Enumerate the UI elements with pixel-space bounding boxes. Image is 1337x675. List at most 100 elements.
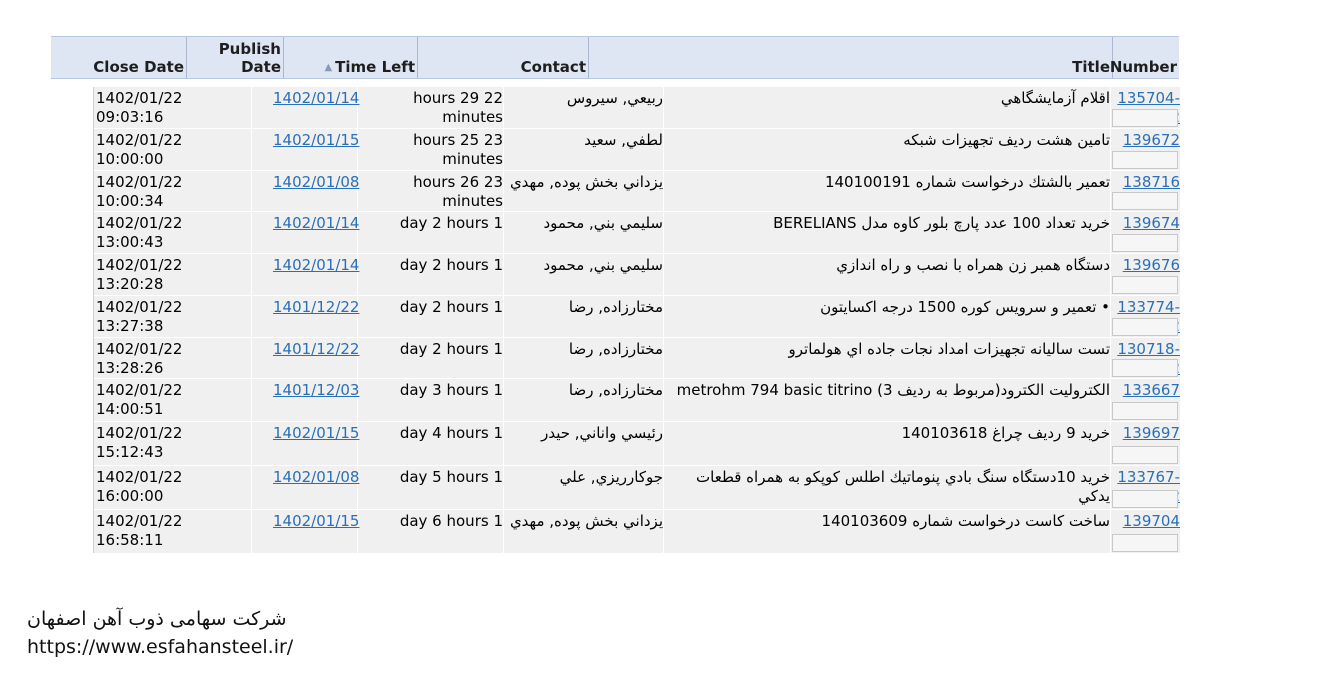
table-row: 1402/01/22 13:00:43 1402/01/14 1 day 2 hou… [94, 212, 1180, 254]
publish-date-link[interactable]: 1402/01/14 [273, 87, 359, 129]
table-row: 1402/01/22 10:00:00 1402/01/15 23 hours 25… [94, 129, 1180, 171]
publish-date-link[interactable]: 1402/01/15 [273, 510, 359, 554]
column-header-publish-date[interactable]: Publish Date [187, 37, 284, 78]
publish-date[interactable]: 1402/01/15 [273, 131, 359, 149]
tender-number-link[interactable]: 135704-2 [1112, 87, 1180, 129]
contact-cell: سليمي بني, محمود [543, 214, 663, 232]
tender-number-link[interactable]: 133667 [1112, 379, 1180, 422]
publish-date[interactable]: 1401/12/22 [273, 340, 359, 358]
row-checkbox[interactable] [1112, 151, 1178, 169]
table-row: 1402/01/22 14:00:51 1401/12/03 1 day 3 hou… [94, 379, 1180, 422]
time-left-cell: 1 day 2 hours [399, 340, 503, 358]
tender-number-link[interactable]: 139674 [1112, 212, 1180, 254]
contact-cell: ربيعي, سيروس [566, 89, 663, 107]
table-row: 1402/01/22 16:00:00 1402/01/08 1 day 5 hou… [94, 466, 1180, 510]
publish-date-link[interactable]: 1401/12/22 [273, 296, 359, 338]
table-row: 1402/01/22 10:00:34 1402/01/08 23 hours 26… [94, 171, 1180, 212]
tender-number-link[interactable]: 139676 [1112, 254, 1180, 296]
tender-number[interactable]: 139704 [1123, 512, 1180, 530]
tender-number-link[interactable]: 139704 [1112, 510, 1180, 554]
time-left-cell: 1 day 5 hours [399, 468, 503, 486]
tender-number[interactable]: 133667 [1123, 381, 1180, 399]
tender-number-link[interactable]: 133767-2 [1112, 466, 1180, 510]
publish-date-link[interactable]: 1402/01/08 [273, 466, 359, 510]
time-left-cell: 1 day 4 hours [399, 424, 503, 442]
table-row: 1402/01/22 13:27:38 1401/12/22 1 day 2 hou… [94, 296, 1180, 338]
tender-number[interactable]: 138716 [1123, 173, 1180, 191]
publish-date[interactable]: 1402/01/14 [273, 214, 359, 232]
title-cell: خريد 10دستگاه سنگ بادي پنوماتيك اطلس كوپ… [696, 468, 1110, 505]
title-cell: تامين هشت رديف تجهيزات شبكه [903, 131, 1110, 149]
contact-cell: سليمي بني, محمود [543, 256, 663, 274]
tender-number-link[interactable]: 138716 [1112, 171, 1180, 212]
publish-date[interactable]: 1402/01/15 [273, 424, 359, 442]
close-date-cell: 1402/01/22 13:20:28 [96, 256, 183, 293]
close-date-cell: 1402/01/22 16:00:00 [96, 468, 183, 505]
title-cell: ساخت كاست درخواست شماره 140103609 [821, 512, 1110, 530]
title-cell: اقلام آزمايشگاهي [1000, 89, 1110, 107]
publish-date-link[interactable]: 1402/01/14 [273, 212, 359, 254]
title-cell: تست ساليانه تجهيزات امداد نجات جاده اي ه… [788, 340, 1110, 358]
company-url[interactable]: https://www.esfahansteel.ir/ [27, 636, 293, 658]
publish-date[interactable]: 1402/01/08 [273, 468, 359, 486]
tender-number[interactable]: 139672 [1123, 131, 1180, 149]
tenders-table: 1402/01/22 09:03:16 1402/01/14 22 hours 29… [93, 87, 1180, 554]
publish-date[interactable]: 1402/01/15 [273, 512, 359, 530]
publish-date[interactable]: 1402/01/14 [273, 89, 359, 107]
close-date-cell: 1402/01/22 10:00:00 [96, 131, 183, 168]
row-checkbox[interactable] [1112, 490, 1178, 508]
contact-cell: مختارزاده, رضا [568, 381, 663, 399]
publish-date[interactable]: 1401/12/22 [273, 298, 359, 316]
close-date-cell: 1402/01/22 09:03:16 [96, 89, 183, 126]
tender-number-link[interactable]: 130718-2 [1112, 338, 1180, 379]
close-date-cell: 1402/01/22 14:00:51 [96, 381, 183, 418]
row-checkbox[interactable] [1112, 192, 1178, 210]
row-checkbox[interactable] [1112, 402, 1178, 420]
publish-date[interactable]: 1402/01/08 [273, 173, 359, 191]
company-name: شركت سهامی ذوب آهن اصفهان [27, 608, 287, 630]
title-cell: • تعمير و سرويس كوره 1500 درجه اكسايتون [820, 298, 1110, 316]
publish-date-link[interactable]: 1402/01/08 [273, 171, 359, 212]
column-header-close-date[interactable]: Close Date [51, 37, 187, 78]
publish-date-link[interactable]: 1402/01/14 [273, 254, 359, 296]
title-cell: دستگاه همبر زن همراه با نصب و راه اندازي [836, 256, 1110, 274]
time-left-cell: 23 hours 25 minutes [413, 131, 503, 168]
close-date-cell: 1402/01/22 10:00:34 [96, 173, 183, 210]
column-header-contact[interactable]: Contact [418, 37, 589, 78]
row-checkbox[interactable] [1112, 276, 1178, 294]
title-cell: الكتروليت الكترود(مربوط به رديف 3) metro… [676, 381, 1110, 399]
row-checkbox[interactable] [1112, 534, 1178, 552]
time-left-cell: 1 day 2 hours [399, 256, 503, 274]
contact-cell: يزداني بخش پوده, مهدي [509, 173, 663, 191]
column-header-number[interactable]: Number [1110, 37, 1179, 78]
tender-number-link[interactable]: 139697 [1112, 422, 1180, 466]
publish-date-link[interactable]: 1402/01/15 [273, 129, 359, 171]
row-checkbox[interactable] [1112, 446, 1178, 464]
publish-date-link[interactable]: 1401/12/22 [273, 338, 359, 379]
tender-number[interactable]: 139674 [1123, 214, 1180, 232]
publish-date[interactable]: 1401/12/03 [273, 381, 359, 399]
column-header-time-left[interactable]: ▲ Time Left [284, 37, 418, 78]
tender-number-link[interactable]: 139672 [1112, 129, 1180, 171]
time-left-cell: 1 day 3 hours [399, 381, 503, 399]
row-checkbox[interactable] [1112, 359, 1178, 377]
row-checkbox[interactable] [1112, 234, 1178, 252]
column-header-title[interactable]: Title [589, 37, 1113, 78]
tender-number-link[interactable]: 133774-2 [1112, 296, 1180, 338]
time-left-cell: 1 day 6 hours [399, 512, 503, 530]
publish-date-link[interactable]: 1402/01/15 [273, 422, 359, 466]
sort-ascending-icon: ▲ [324, 62, 333, 73]
title-cell: خريد 9 رديف چراغ 140103618 [901, 424, 1110, 442]
close-date-cell: 1402/01/22 13:00:43 [96, 214, 183, 251]
publish-date[interactable]: 1402/01/14 [273, 256, 359, 274]
table-row: 1402/01/22 13:28:26 1401/12/22 1 day 2 hou… [94, 338, 1180, 379]
publish-date-link[interactable]: 1401/12/03 [273, 379, 359, 422]
contact-cell: مختارزاده, رضا [568, 298, 663, 316]
tender-number[interactable]: 139697 [1123, 424, 1180, 442]
tender-number[interactable]: 139676 [1123, 256, 1180, 274]
close-date-cell: 1402/01/22 16:58:11 [96, 512, 183, 549]
row-checkbox[interactable] [1112, 109, 1178, 127]
row-checkbox[interactable] [1112, 318, 1178, 336]
contact-cell: يزداني بخش پوده, مهدي [509, 512, 663, 530]
time-left-cell: 23 hours 26 minutes [413, 173, 503, 210]
